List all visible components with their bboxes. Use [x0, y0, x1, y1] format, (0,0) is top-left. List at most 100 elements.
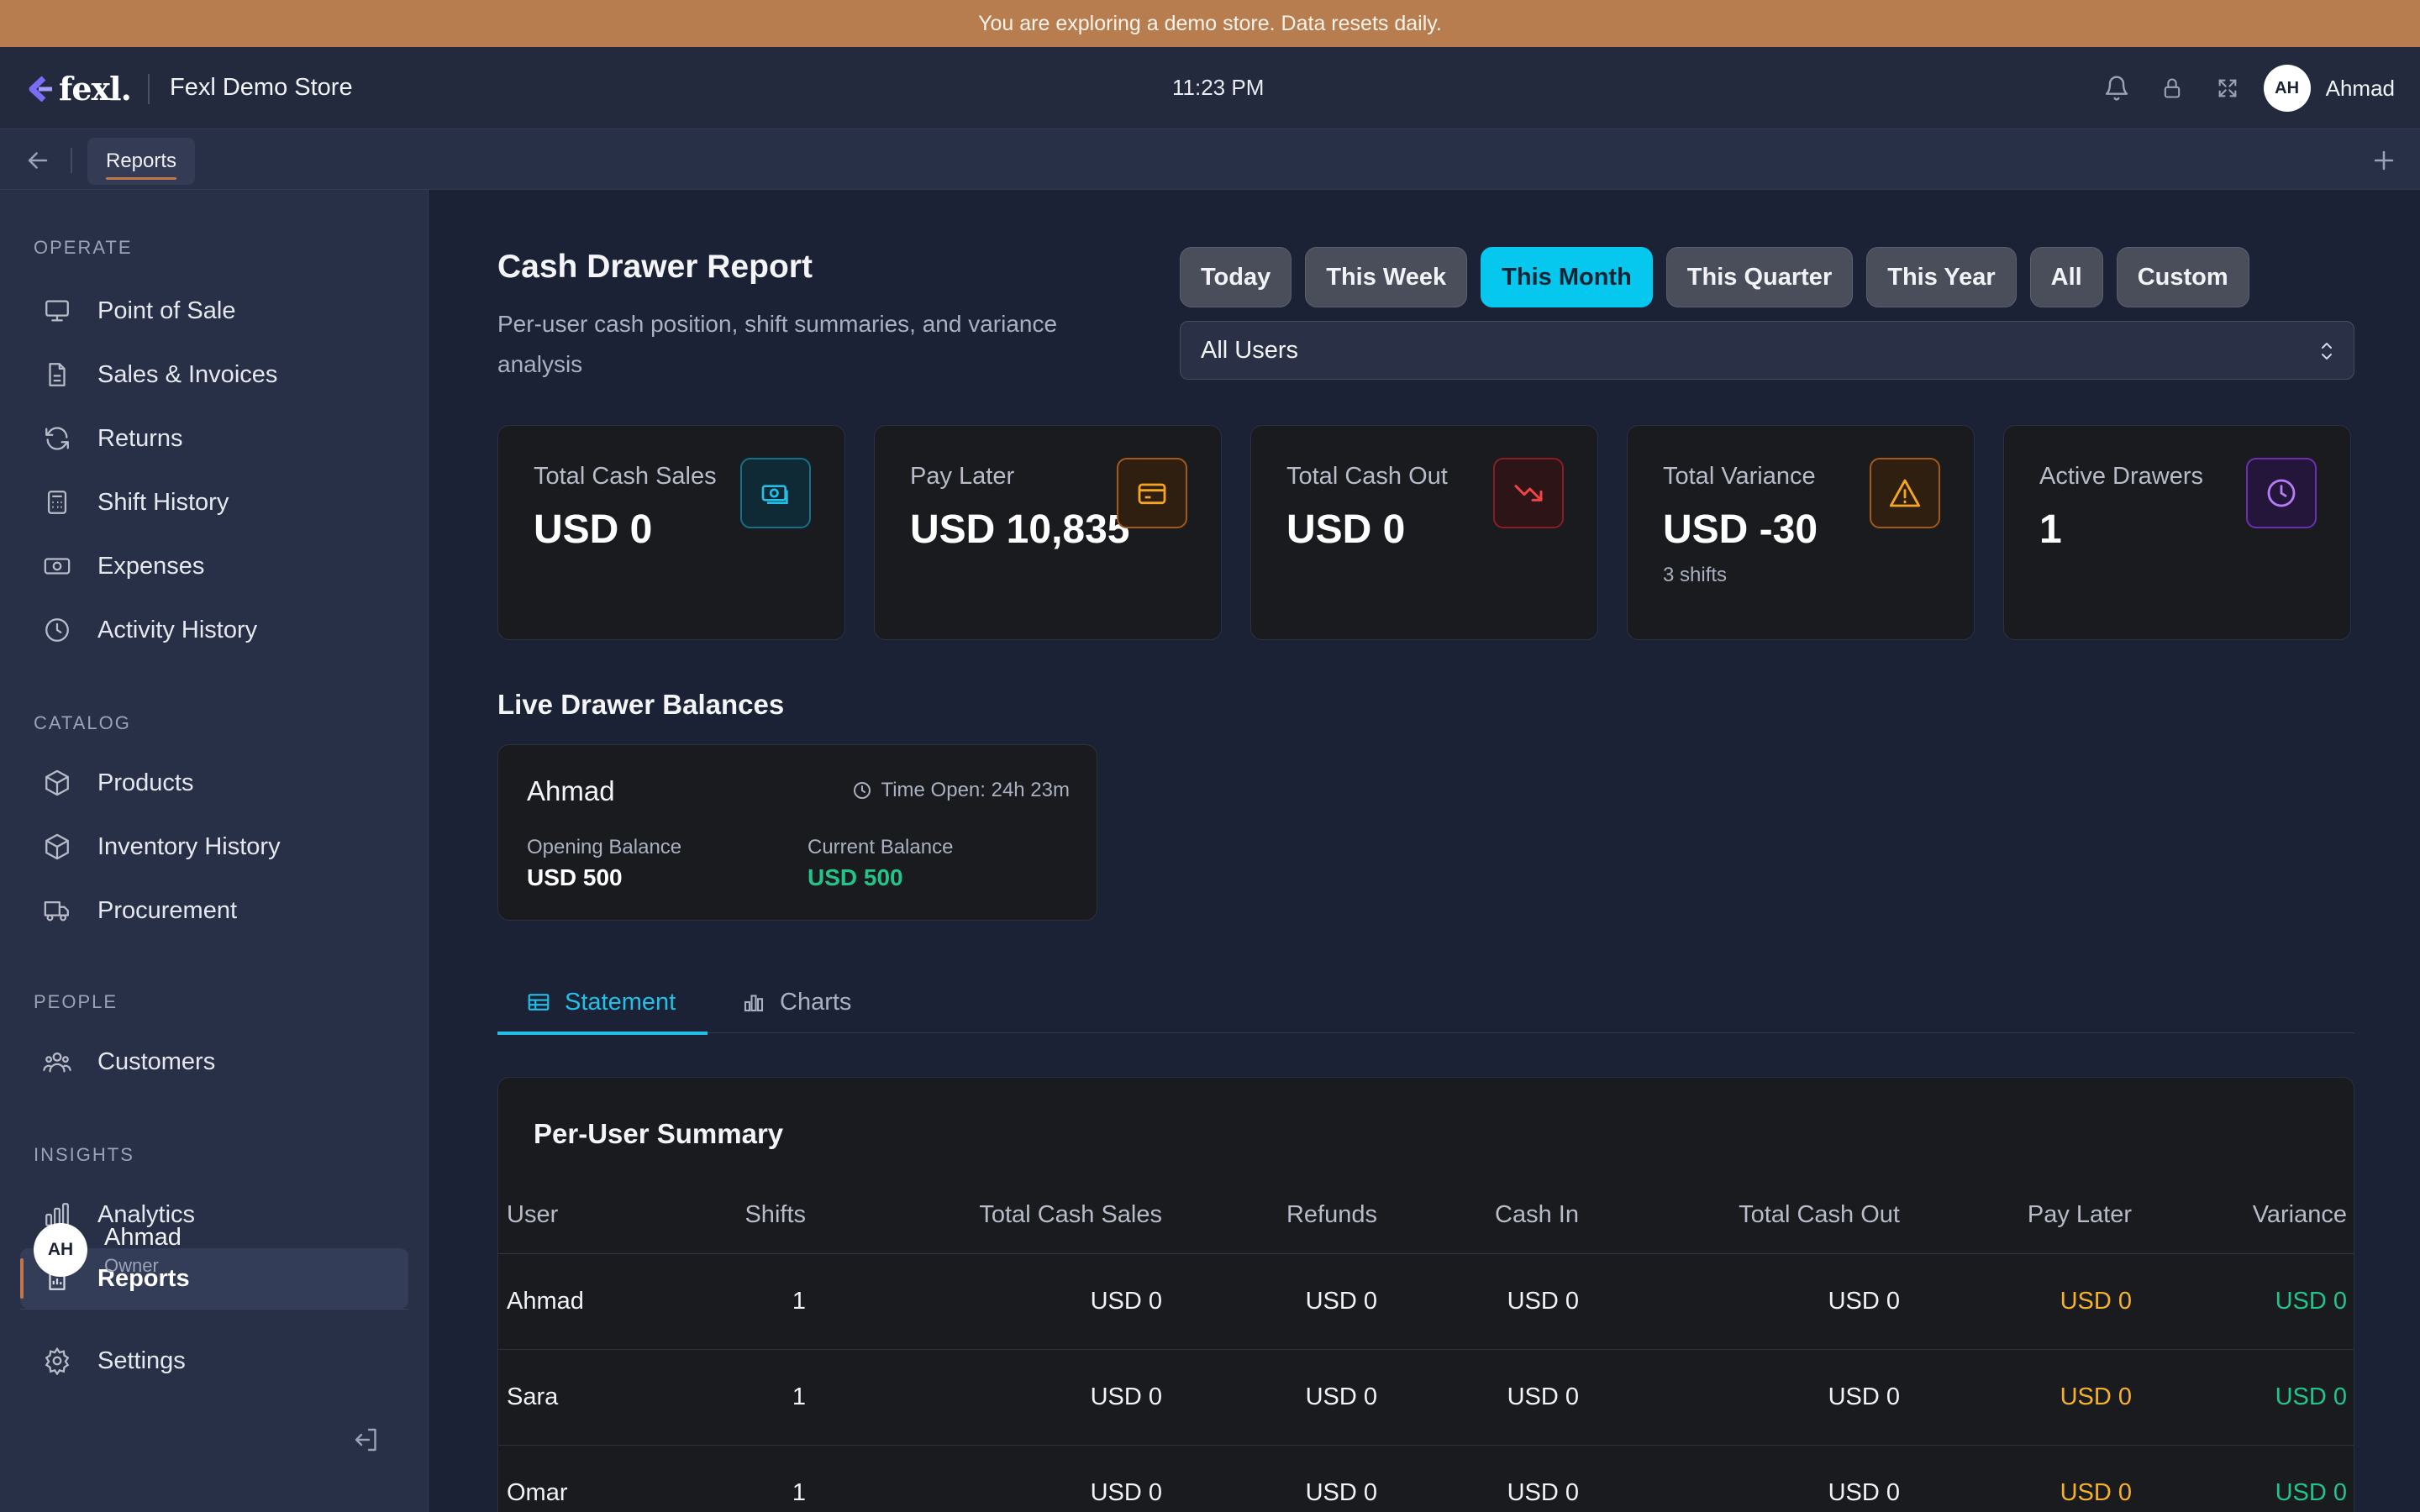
clock-icon [854, 782, 871, 799]
logo-text: fexl. [59, 70, 132, 108]
sidebar-item-label: Expenses [97, 552, 205, 580]
period-this-year-button[interactable]: This Year [1866, 247, 2017, 307]
sidebar-item-inventory-history[interactable]: Inventory History [20, 816, 408, 877]
sidebar-item-point-of-sale[interactable]: Point of Sale [20, 281, 408, 341]
period-all-button[interactable]: All [2029, 247, 2103, 307]
sidebar-item-customers[interactable]: Customers [20, 1032, 408, 1092]
notifications-button[interactable] [2092, 64, 2141, 113]
column-header-shifts[interactable]: Shifts [666, 1177, 806, 1253]
summary-title: Per-User Summary [534, 1118, 784, 1149]
tab-charts[interactable]: Charts [741, 971, 851, 1033]
header-divider [148, 74, 150, 104]
main-content: Cash Drawer Report Per-user cash positio… [429, 190, 2420, 1512]
sidebar-item-shift-history[interactable]: Shift History [20, 472, 408, 533]
box-icon [40, 830, 74, 864]
document-icon [40, 358, 74, 391]
column-header-total-cash-sales[interactable]: Total Cash Sales [806, 1177, 1162, 1253]
cell-user: Ahmad [507, 1288, 584, 1315]
tab-statement-label: Statement [565, 988, 676, 1016]
tab-reports[interactable]: Reports [87, 138, 196, 185]
stat-card-label: Pay Later [910, 463, 1015, 490]
sidebar-item-label: Settings [97, 1347, 186, 1374]
sidebar-item-sales-invoices[interactable]: Sales & Invoices [20, 344, 408, 405]
sidebar-item-returns[interactable]: Returns [20, 408, 408, 469]
sidebar-item-activity-history[interactable]: Activity History [20, 600, 408, 660]
tab-strip-divider [71, 148, 72, 173]
table-row[interactable]: Omar 1 USD 0 USD 0 USD 0 USD 0 USD 0 USD… [498, 1446, 2354, 1512]
cell-total-cash-sales: USD 0 [1090, 1288, 1162, 1315]
tab-reports-label: Reports [106, 150, 177, 172]
cell-shifts: 1 [792, 1383, 806, 1410]
period-this-month-button[interactable]: This Month [1481, 247, 1653, 307]
current-balance-label: Current Balance [808, 836, 954, 858]
cell-cash-in: USD 0 [1507, 1479, 1579, 1506]
demo-banner-text: You are exploring a demo store. Data res… [978, 11, 1442, 35]
cell-pay-later: USD 0 [2060, 1383, 2132, 1410]
current-balance-value: USD 500 [808, 864, 903, 890]
column-header-cash-in[interactable]: Cash In [1377, 1177, 1579, 1253]
box-icon [40, 766, 74, 800]
period-this-week-button[interactable]: This Week [1305, 247, 1468, 307]
stat-card-label: Total Cash Sales [534, 463, 717, 490]
cell-variance: USD 0 [2275, 1383, 2347, 1410]
sidebar-item-procurement[interactable]: Procurement [20, 880, 408, 941]
cell-variance: USD 0 [2275, 1288, 2347, 1315]
sidebar-item-label: Activity History [97, 616, 258, 643]
summary-table: User Shifts Total Cash Sales Refunds Cas… [498, 1177, 2354, 1512]
chevron-up-down-icon [2322, 343, 2332, 360]
header-avatar[interactable]: AH [2263, 65, 2311, 112]
sidebar-item-settings[interactable]: Settings [20, 1331, 408, 1391]
user-filter-select[interactable]: All Users [1180, 321, 2354, 380]
plus-icon[interactable] [2370, 146, 2398, 175]
sidebar-section-operate: OPERATE [34, 237, 133, 258]
header-user-name[interactable]: Ahmad [2326, 76, 2395, 102]
column-header-total-cash-out[interactable]: Total Cash Out [1579, 1177, 1900, 1253]
period-today-button[interactable]: Today [1180, 247, 1292, 307]
stat-card-note: 3 shifts [1663, 564, 1728, 586]
cell-total-cash-out: USD 0 [1828, 1288, 1900, 1315]
stat-card-total-cash-sales: Total Cash Sales USD 0 [497, 425, 845, 640]
cell-refunds: USD 0 [1305, 1383, 1377, 1410]
cell-refunds: USD 0 [1305, 1479, 1377, 1506]
cell-pay-later: USD 0 [2060, 1288, 2132, 1315]
logout-icon[interactable] [351, 1425, 381, 1455]
period-custom-button[interactable]: Custom [2116, 247, 2249, 307]
lock-button[interactable] [2148, 64, 2196, 113]
bell-icon [2105, 76, 2128, 101]
fullscreen-button[interactable] [2203, 64, 2252, 113]
cell-shifts: 1 [792, 1288, 806, 1315]
table-row[interactable]: Ahmad 1 USD 0 USD 0 USD 0 USD 0 USD 0 US… [498, 1254, 2354, 1350]
stat-card-label: Active Drawers [2039, 463, 2203, 490]
back-arrow-icon[interactable] [24, 146, 52, 175]
sidebar-user[interactable]: AH Ahmad Owner [34, 1223, 182, 1277]
cell-variance: USD 0 [2275, 1479, 2347, 1506]
column-header-variance[interactable]: Variance [2132, 1177, 2347, 1253]
sidebar-item-label: Point of Sale [97, 297, 236, 324]
column-header-user[interactable]: User [507, 1177, 675, 1253]
sidebar-item-expenses[interactable]: Expenses [20, 536, 408, 596]
stat-card-total-variance: Total Variance USD -30 3 shifts [1627, 425, 1975, 640]
banknote-icon [40, 549, 74, 583]
tab-statement[interactable]: Statement [497, 971, 708, 1035]
cell-total-cash-sales: USD 0 [1090, 1383, 1162, 1410]
trending-down-icon [1493, 458, 1564, 528]
period-this-quarter-button[interactable]: This Quarter [1665, 247, 1854, 307]
drawer-user-name: Ahmad [527, 775, 615, 806]
cell-shifts: 1 [792, 1479, 806, 1506]
sidebar-divider [20, 1309, 408, 1310]
column-header-pay-later[interactable]: Pay Later [1900, 1177, 2132, 1253]
logo[interactable]: fexl. [27, 70, 132, 108]
clock-icon [40, 613, 74, 647]
sidebar-item-label: Inventory History [97, 832, 281, 860]
sidebar-item-products[interactable]: Products [20, 753, 408, 813]
sidebar-section-people: PEOPLE [34, 991, 118, 1012]
clock-icon [2246, 458, 2317, 528]
bar-chart-icon [744, 995, 764, 1012]
table-row[interactable]: Sara 1 USD 0 USD 0 USD 0 USD 0 USD 0 USD… [498, 1350, 2354, 1446]
sidebar-section-insights: INSIGHTS [34, 1144, 134, 1165]
column-header-refunds[interactable]: Refunds [1162, 1177, 1377, 1253]
drawer-card[interactable]: Ahmad Time Open: 24h 23m Opening Balance… [497, 744, 1097, 921]
sidebar-item-label: Products [97, 769, 194, 796]
truck-icon [40, 894, 74, 927]
sidebar-user-role: Owner [104, 1254, 159, 1276]
